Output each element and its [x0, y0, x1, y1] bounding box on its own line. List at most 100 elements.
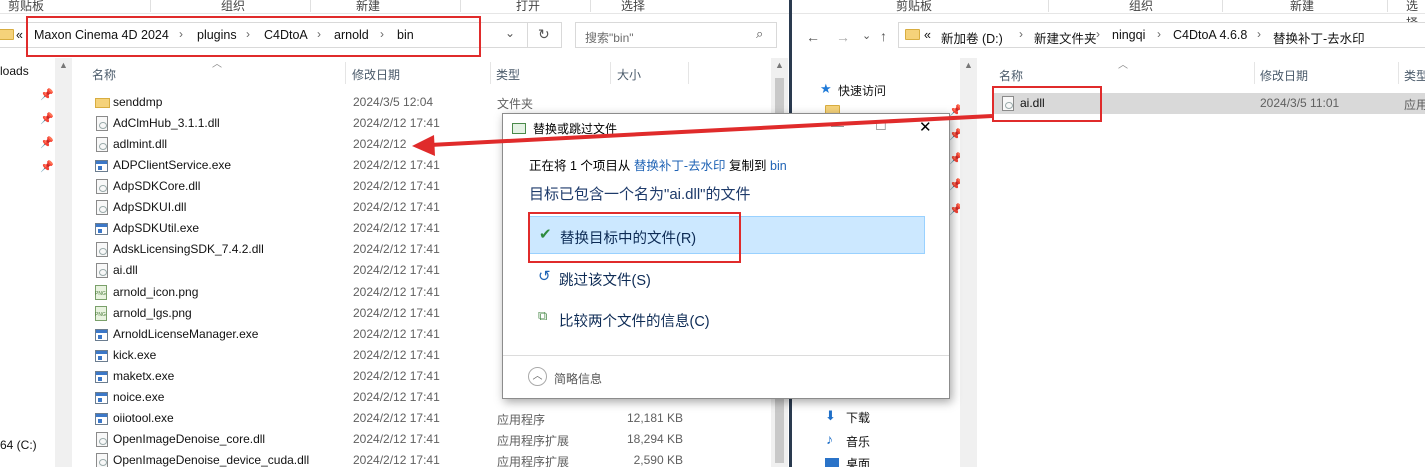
chevron-right-icon[interactable]: › [317, 27, 321, 41]
skip-option[interactable]: ↺ 跳过该文件(S) [529, 259, 925, 297]
ribbon-new[interactable]: 新建 [1290, 0, 1314, 14]
col-date[interactable]: 修改日期 [352, 66, 400, 83]
png-file-icon [95, 306, 107, 321]
pin-icon: 📌 [40, 113, 54, 125]
dll-file-icon [1002, 96, 1014, 111]
exe-file-icon [95, 392, 108, 404]
nav-desktop[interactable]: 桌面 [846, 455, 870, 467]
chevron-right-icon[interactable]: › [1257, 27, 1261, 41]
ribbon-organize[interactable]: 组织 [221, 0, 245, 14]
scroll-up-icon[interactable]: ▲ [775, 60, 784, 70]
dll-file-icon [96, 432, 108, 447]
dialog-title: 替换或跳过文件 [533, 122, 618, 136]
chevron-right-icon[interactable]: › [179, 27, 183, 41]
ribbon-organize[interactable]: 组织 [1129, 0, 1153, 14]
search-icon[interactable]: ⌕ [756, 26, 763, 42]
dialog-heading: 目标已包含一个名为"ai.dll"的文件 [529, 186, 751, 203]
up-arrow-icon[interactable]: ↑ [880, 28, 887, 44]
star-icon: ★ [820, 81, 832, 96]
nav-downloads[interactable]: loads [0, 64, 29, 78]
fewer-details-label[interactable]: 简略信息 [554, 370, 602, 387]
exe-file-icon [95, 329, 108, 341]
recent-chevron-icon[interactable]: ⌄ [862, 29, 871, 42]
refresh-icon: ↻ [538, 26, 550, 42]
skip-icon: ↺ [538, 268, 551, 285]
col-size[interactable]: 大小 [617, 66, 641, 83]
ribbon-clipboard[interactable]: 剪贴板 [8, 0, 44, 14]
col-type[interactable]: 类型 [496, 66, 520, 83]
sort-up-icon: ︿ [212, 59, 222, 70]
dll-file-icon [96, 453, 108, 467]
close-button[interactable]: ✕ [919, 118, 932, 136]
ribbon-select[interactable]: 选择 [621, 0, 645, 14]
exe-file-icon [95, 371, 108, 383]
exe-file-icon [95, 350, 108, 362]
folder-icon [0, 29, 14, 40]
scroll-up-icon[interactable]: ▲ [964, 60, 973, 70]
col-name[interactable]: 名称 [92, 66, 116, 83]
compare-icon: ⧉ [538, 308, 548, 323]
source-folder-link[interactable]: 替换补丁-去水印 [634, 159, 726, 173]
chevron-right-icon[interactable]: › [1157, 27, 1161, 41]
chevron-right-icon[interactable]: › [380, 27, 384, 41]
crumb-arnold[interactable]: arnold [334, 28, 369, 42]
list-item[interactable]: senddmp 2024/3/5 12:04 文件夹 [92, 92, 772, 113]
nav-downloads[interactable]: 下载 [846, 409, 870, 426]
left-search-box[interactable]: 搜索"bin" ⌕ [575, 22, 777, 48]
chevron-right-icon[interactable]: › [1019, 27, 1023, 41]
back-arrow-icon[interactable]: ← [806, 29, 820, 45]
crumb-plugins[interactable]: plugins [197, 28, 237, 42]
crumb-ningqi[interactable]: ningqi [1112, 28, 1145, 42]
address-overflow[interactable]: « [924, 28, 931, 42]
right-column-header: 名称 修改日期 类型 [988, 58, 1425, 88]
nav-drive-c[interactable]: 64 (C:) [0, 438, 37, 452]
crumb-drive-d[interactable]: 新加卷 (D:) [941, 28, 1003, 47]
exe-file-icon [95, 160, 108, 172]
crumb-patch[interactable]: 替换补丁-去水印 [1273, 28, 1365, 47]
ribbon-new[interactable]: 新建 [356, 0, 380, 14]
crumb-c4dtoa-468[interactable]: C4DtoA 4.6.8 [1173, 28, 1247, 42]
nav-music[interactable]: 音乐 [846, 433, 870, 450]
col-name[interactable]: 名称 [999, 67, 1023, 84]
left-ribbon: 剪贴板 组织 新建 打开 选择 [0, 0, 790, 14]
png-file-icon [95, 285, 107, 300]
list-item[interactable]: ai.dll 2024/3/5 11:01 应用 [994, 93, 1425, 114]
crumb-bin[interactable]: bin [397, 28, 414, 42]
refresh-button[interactable]: ↻ [528, 22, 562, 48]
col-date[interactable]: 修改日期 [1260, 67, 1308, 84]
compare-option[interactable]: ⧉ 比较两个文件的信息(C) [529, 300, 925, 338]
address-overflow[interactable]: « [16, 28, 23, 42]
right-address-bar[interactable]: « 新加卷 (D:) › 新建文件夹 › ningqi › C4DtoA 4.6… [898, 22, 1425, 48]
replace-option[interactable]: ✔ 替换目标中的文件(R) [529, 216, 925, 254]
list-item[interactable]: oiiotool.exe 2024/2/12 17:41 应用程序 12,181… [92, 408, 772, 429]
dll-file-icon [96, 179, 108, 194]
right-nav-scrollbar[interactable]: ▲ [960, 58, 977, 467]
collapse-chevron-icon[interactable]: ︿ [528, 367, 547, 386]
nav-scrollbar[interactable]: ▲ [55, 58, 72, 467]
crumb-new-folder[interactable]: 新建文件夹 [1034, 28, 1097, 47]
crumb-c4dtoa[interactable]: C4DtoA [264, 28, 308, 42]
left-address-bar[interactable]: « Maxon Cinema 4D 2024 › plugins › C4Dto… [0, 22, 528, 48]
col-type[interactable]: 类型 [1404, 67, 1425, 84]
list-item[interactable]: OpenImageDenoise_core.dll 2024/2/12 17:4… [92, 429, 772, 450]
ribbon-clipboard[interactable]: 剪贴板 [896, 0, 932, 14]
nav-quick-access[interactable]: 快速访问 [838, 82, 886, 99]
pin-icon: 📌 [40, 161, 54, 173]
desktop-icon [825, 458, 839, 467]
chevron-down-icon[interactable]: ⌄ [505, 26, 515, 40]
minimize-button[interactable]: — [831, 118, 844, 133]
dest-folder-link[interactable]: bin [770, 159, 787, 173]
dll-file-icon [96, 200, 108, 215]
maximize-button[interactable]: ☐ [875, 118, 887, 134]
pin-icon: 📌 [40, 137, 54, 149]
check-icon: ✔ [539, 226, 552, 243]
ribbon-open[interactable]: 打开 [516, 0, 540, 14]
chevron-right-icon[interactable]: › [246, 27, 250, 41]
scroll-up-icon[interactable]: ▲ [59, 60, 68, 70]
dialog-footer: ︿ 简略信息 [503, 355, 949, 398]
forward-arrow-icon[interactable]: → [836, 29, 850, 45]
list-item[interactable]: OpenImageDenoise_device_cuda.dll 2024/2/… [92, 450, 772, 467]
download-icon: ⬇ [825, 408, 836, 423]
chevron-right-icon[interactable]: › [1096, 27, 1100, 41]
crumb-maxon[interactable]: Maxon Cinema 4D 2024 [34, 28, 169, 42]
